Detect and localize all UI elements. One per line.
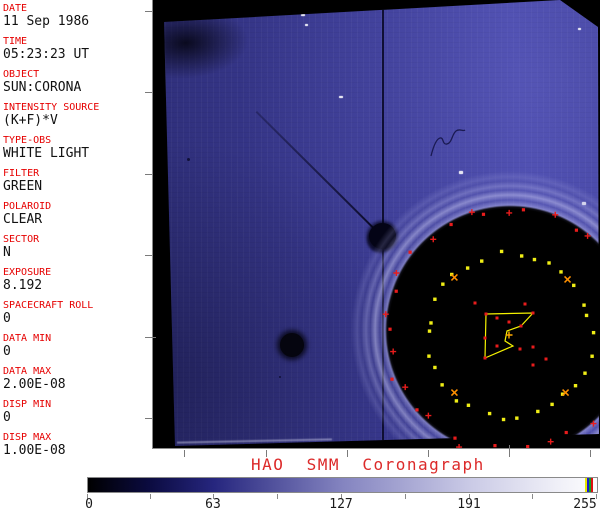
axis-tick-major	[509, 445, 510, 457]
field-label: SECTOR	[3, 234, 40, 245]
field-value: N	[3, 245, 11, 260]
field-object: OBJECT SUN:CORONA	[3, 69, 81, 95]
axis-tick	[184, 450, 185, 457]
field-value: 11 Sep 1986	[3, 14, 90, 29]
field-value: 0	[3, 311, 11, 326]
field-value: 2.00E-08	[3, 377, 66, 392]
colorbar-tick-minor	[405, 494, 406, 499]
field-intensity-source: INTENSITY SOURCE (K+F)*V	[3, 102, 99, 128]
field-value: 0	[3, 410, 11, 425]
metadata-sidebar: DATE 11 Sep 1986 TIME 05:23:23 UT OBJECT SU…	[0, 0, 152, 458]
field-label: TIME	[3, 36, 28, 47]
field-label: DATE	[3, 3, 28, 14]
field-disp-min: DISP MIN 0	[3, 399, 51, 425]
field-type-obs: TYPE-OBS WHITE LIGHT	[3, 135, 89, 161]
colorbar-tick-label: 191	[457, 497, 481, 512]
colorbar-stripe-red	[591, 478, 593, 492]
field-filter: FILTER GREEN	[3, 168, 42, 194]
field-value: CLEAR	[3, 212, 43, 227]
red-ring-dots	[382, 208, 597, 448]
axis-tick	[145, 92, 152, 93]
field-value: WHITE LIGHT	[3, 146, 90, 161]
colorbar-tick-minor	[532, 494, 533, 499]
application-window: DATE 11 Sep 1986 TIME 05:23:23 UT OBJECT SU…	[0, 0, 600, 512]
axis-tick-major	[145, 337, 156, 338]
field-label: OBJECT	[3, 69, 40, 80]
colorbar-tick-label: 255	[573, 497, 597, 512]
field-label: FILTER	[3, 168, 40, 179]
axis-tick	[145, 11, 152, 12]
field-value: SUN:CORONA	[3, 80, 82, 95]
colorbar-tick-minor	[150, 494, 151, 499]
field-exposure: EXPOSURE 8.192	[3, 267, 51, 293]
plot-title: HAO SMM Coronagraph	[251, 455, 485, 474]
overlay-annotations	[382, 208, 597, 448]
field-value: 1.00E-08	[3, 443, 66, 458]
field-value: GREEN	[3, 179, 43, 194]
field-label: EXPOSURE	[3, 267, 52, 278]
field-value: 0	[3, 344, 11, 359]
colorbar-tick-label: 63	[205, 497, 221, 512]
axis-tick	[590, 450, 591, 457]
field-value: 8.192	[3, 278, 43, 293]
field-label: DISP MAX	[3, 432, 52, 443]
field-data-min: DATA MIN 0	[3, 333, 51, 359]
colorbar	[87, 477, 598, 493]
colorbar-tick-label: 127	[329, 497, 353, 512]
field-label: INTENSITY SOURCE	[3, 102, 100, 113]
axis-tick	[145, 174, 152, 175]
field-label: POLAROID	[3, 201, 52, 212]
field-label: DISP MIN	[3, 399, 52, 410]
axis-tick	[145, 255, 152, 256]
field-label: SPACECRAFT ROLL	[3, 300, 94, 311]
field-label: DATA MAX	[3, 366, 52, 377]
field-data-max: DATA MAX 2.00E-08	[3, 366, 66, 392]
field-value: 05:23:23 UT	[3, 47, 90, 62]
field-sector: SECTOR N	[3, 234, 39, 260]
inner-red-dots	[473, 301, 548, 367]
field-spacecraft-roll: SPACECRAFT ROLL 0	[3, 300, 93, 326]
coronagraph-image-display	[152, 0, 600, 449]
field-time: TIME 05:23:23 UT	[3, 36, 89, 62]
colorbar-tick-label: 0	[85, 497, 93, 512]
field-date: DATE 11 Sep 1986	[3, 3, 89, 29]
colorbar-tick-minor	[277, 494, 278, 499]
field-disp-max: DISP MAX 1.00E-08	[3, 432, 66, 458]
field-label: DATA MIN	[3, 333, 52, 344]
field-polaroid: POLAROID CLEAR	[3, 201, 51, 227]
axis-tick	[145, 418, 152, 419]
field-value: (K+F)*V	[3, 113, 58, 128]
field-label: TYPE-OBS	[3, 135, 52, 146]
